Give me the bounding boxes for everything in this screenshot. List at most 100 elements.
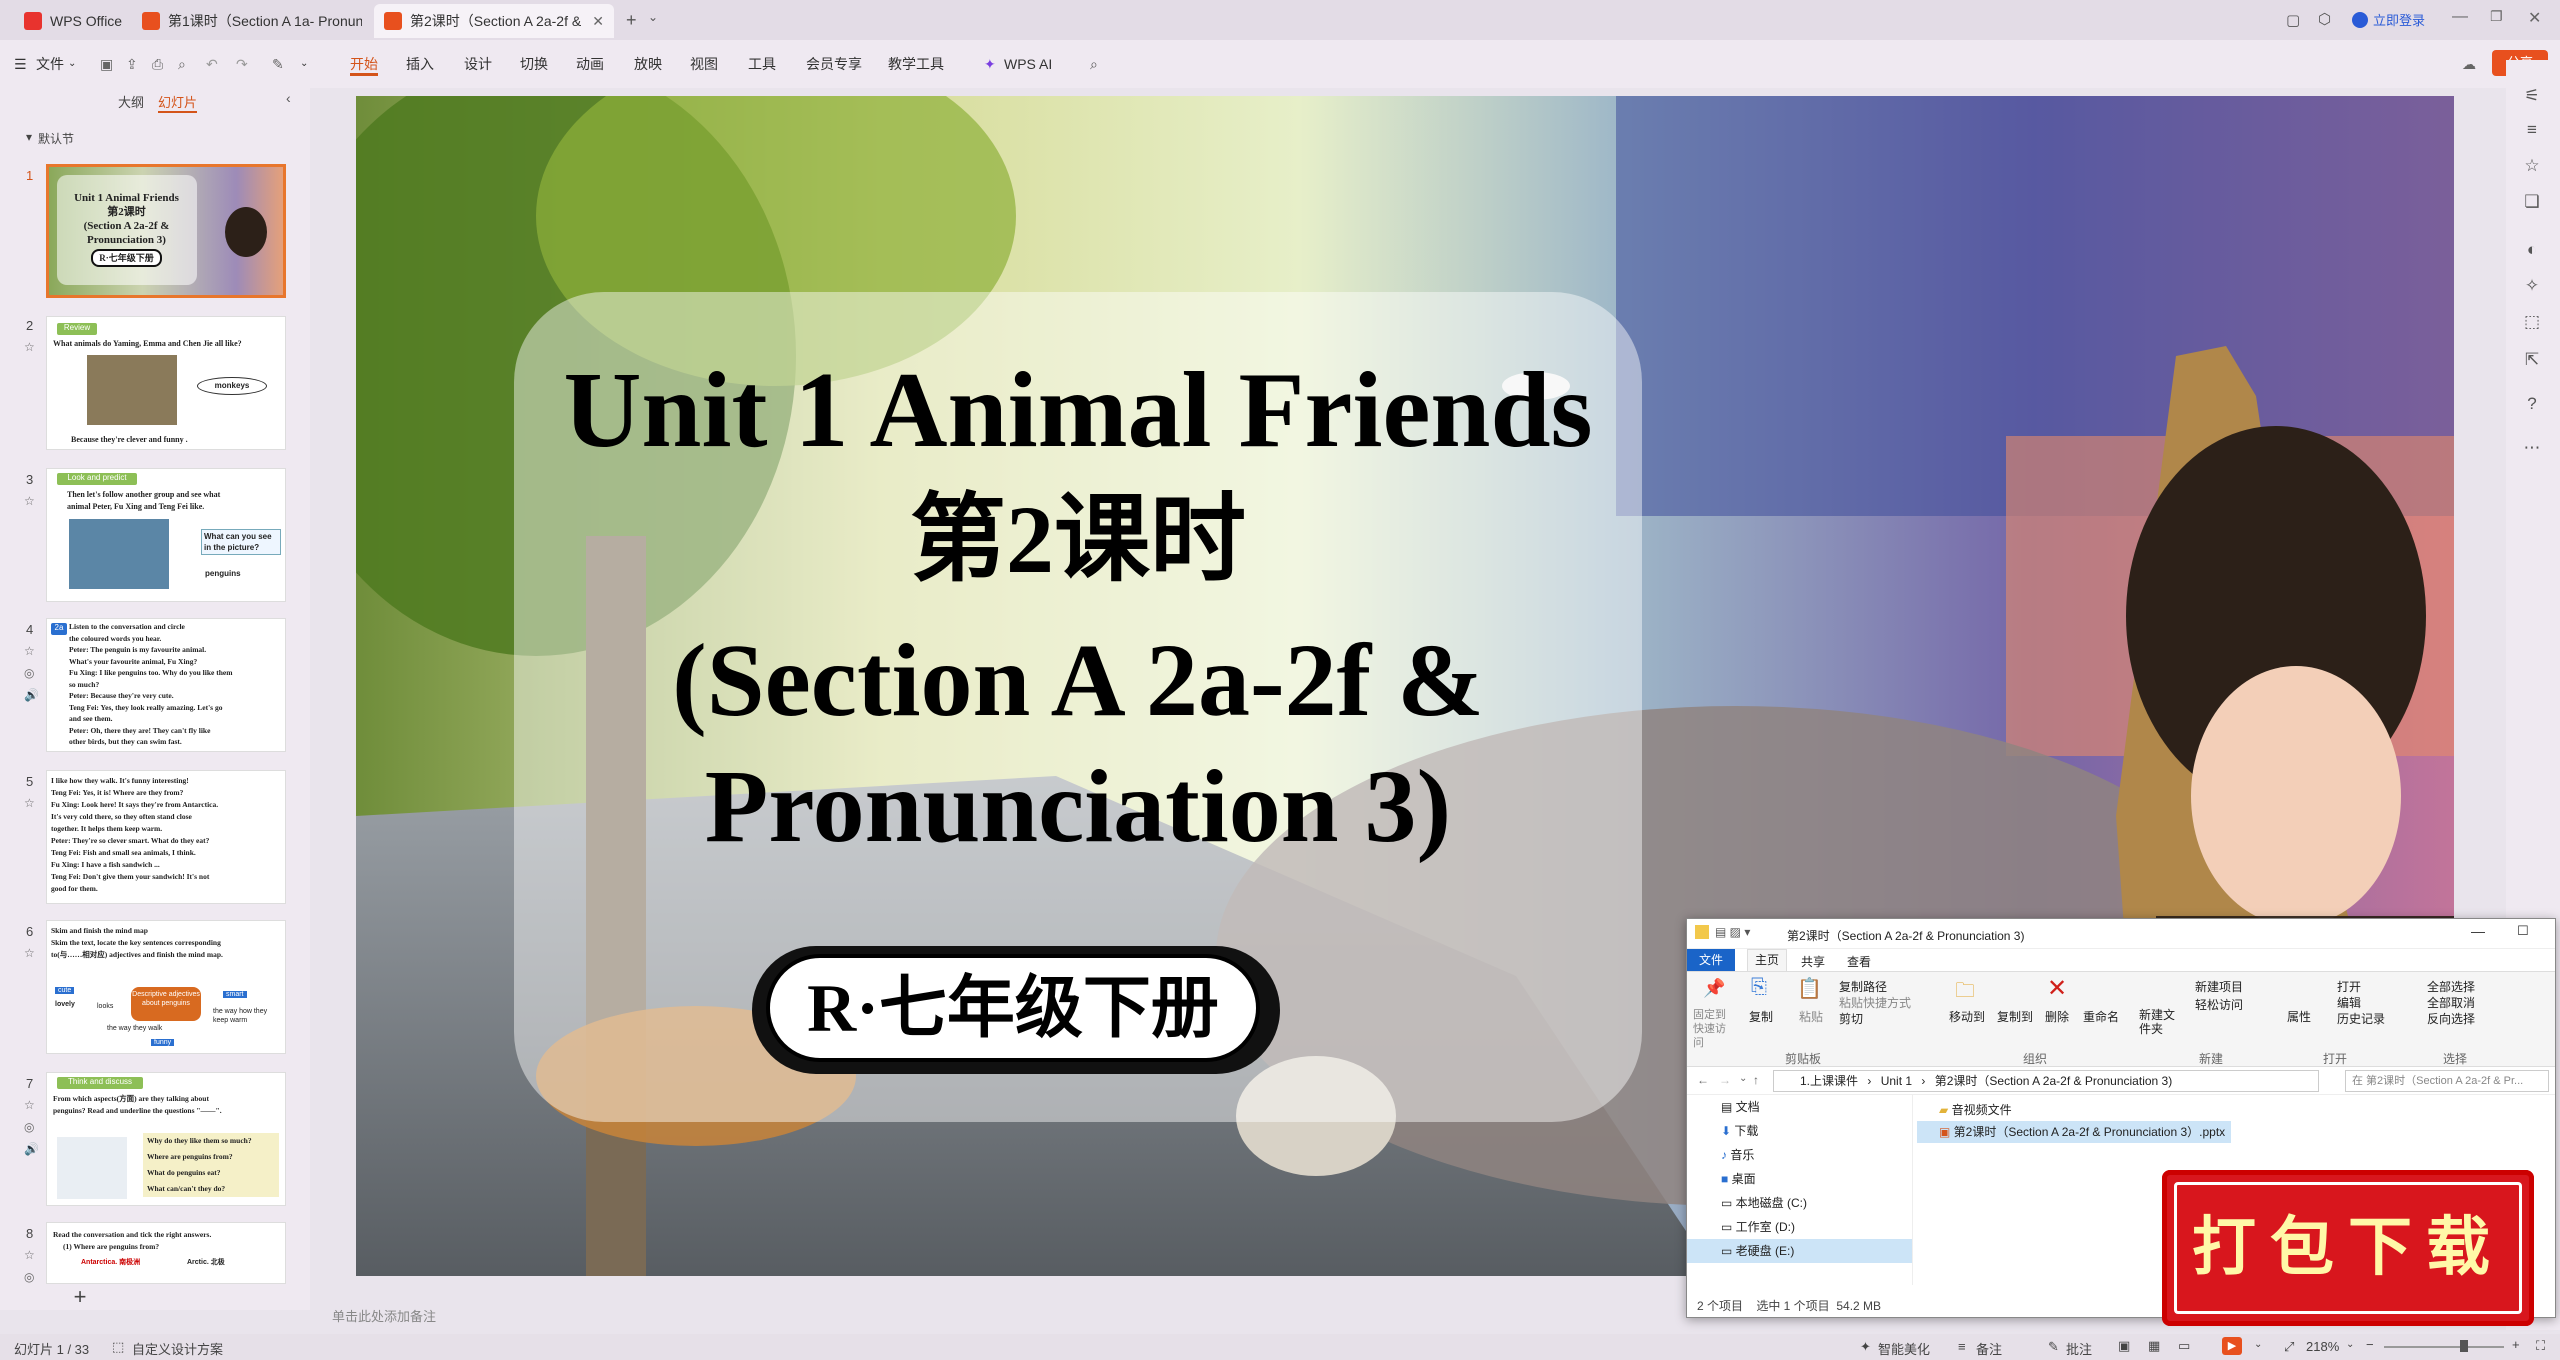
fullscreen-icon[interactable]: ⛶ (2536, 1338, 2545, 1354)
window-icon[interactable]: ▢ (2286, 11, 2300, 29)
menu-slideshow[interactable]: 放映 (634, 52, 662, 76)
chevron-down-icon[interactable]: ⌄ (648, 10, 658, 24)
nav-item-downloads[interactable]: ⬇ 下载 (1687, 1119, 1912, 1143)
maximize-icon[interactable]: ☐ (2517, 923, 2529, 939)
magic-icon[interactable]: ✧ (2522, 276, 2542, 296)
zoom-slider-thumb[interactable] (2460, 1340, 2468, 1352)
slide-thumbnail-5[interactable]: I like how they walk. It's funny interes… (46, 770, 286, 904)
select-all-button[interactable]: 全部选择 (2427, 978, 2475, 995)
tab-wps-office[interactable]: WPS Office (14, 4, 132, 38)
chevron-down-icon[interactable]: ⌄ (2346, 1339, 2354, 1350)
up-arrow-icon[interactable]: ↑ (1753, 1073, 1759, 1087)
nav-item-drive-d[interactable]: ▭ 工作室 (D:) (1687, 1215, 1912, 1239)
address-bar[interactable]: 1.上课课件 › Unit 1 › 第2课时（Section A 2a-2f &… (1773, 1070, 2319, 1092)
more-icon[interactable]: ⋯ (2522, 438, 2542, 458)
tab-lesson2[interactable]: 第2课时（Section A 2a-2f & ✕ (374, 4, 614, 38)
menu-teaching-tools[interactable]: 教学工具 (888, 52, 944, 76)
new-item-button[interactable]: 新建项目 (2195, 978, 2243, 995)
undo-icon[interactable]: ↶ (206, 52, 218, 76)
menu-animation[interactable]: 动画 (576, 52, 604, 76)
slide-thumbnail-8[interactable]: Read the conversation and tick the right… (46, 1222, 286, 1284)
nav-item-drive-e[interactable]: ▭ 老硬盘 (E:) (1687, 1239, 1912, 1263)
paste-button[interactable]: 粘贴 (1799, 1008, 1823, 1025)
nav-item-drive-c[interactable]: ▭ 本地磁盘 (C:) (1687, 1191, 1912, 1215)
cube-icon[interactable]: ⬡ (2318, 10, 2331, 28)
slide-title[interactable]: Unit 1 Animal Friends (514, 346, 1642, 476)
collapse-panel-icon[interactable]: ‹ (286, 90, 291, 106)
zoom-level[interactable]: 218% (2306, 1339, 2339, 1354)
slide-status-icons[interactable]: ☆ ◎ 🔊 (24, 640, 39, 706)
star-icon[interactable]: ☆ (24, 792, 35, 814)
slide-thumbnail-4[interactable]: 2a Listen to the conversation and circle… (46, 618, 286, 752)
tab-slides[interactable]: 幻灯片 (158, 92, 198, 113)
slide-status-icons[interactable]: ☆ ◎ 🔊 (24, 1094, 39, 1160)
copy-path-button[interactable]: 复制路径 (1839, 978, 1887, 995)
normal-view-icon[interactable]: ▣ (2118, 1338, 2130, 1354)
print-icon[interactable]: ⎙ (152, 52, 163, 76)
add-slide-button[interactable]: + (0, 1284, 310, 1310)
forward-arrow-icon[interactable]: → (1719, 1073, 1731, 1087)
grade-label[interactable]: R·七年级下册 (766, 954, 1260, 1062)
slide-section-line2[interactable]: Pronunciation 3) (514, 744, 1642, 870)
export-icon[interactable]: ⇪ (126, 52, 138, 76)
minimize-icon[interactable]: — (2452, 8, 2468, 26)
back-arrow-icon[interactable]: ← (1697, 1073, 1709, 1087)
play-icon[interactable]: ▶ (2222, 1337, 2242, 1355)
copy-button[interactable]: 复制 (1749, 1008, 1773, 1025)
help-icon[interactable]: ? (2522, 394, 2542, 414)
ribbon-tab-home[interactable]: 主页 (1747, 949, 1787, 971)
design-scheme[interactable]: 自定义设计方案 (132, 1339, 223, 1358)
rename-button[interactable]: 重命名 (2083, 1008, 2119, 1025)
menu-transition[interactable]: 切换 (520, 52, 548, 76)
menu-member[interactable]: 会员专享 (806, 52, 862, 76)
move-to-button[interactable]: 移动到 (1949, 1008, 1985, 1025)
star-icon[interactable]: ☆ (24, 336, 35, 358)
invert-selection-button[interactable]: 反向选择 (2427, 1010, 2475, 1027)
menu-design[interactable]: 设计 (464, 52, 492, 76)
close-icon[interactable]: ✕ (592, 13, 604, 30)
easy-access-button[interactable]: 轻松访问 (2195, 996, 2243, 1013)
menu-home[interactable]: 开始 (350, 52, 378, 76)
cut-button[interactable]: 剪切 (1839, 1010, 1863, 1027)
save-icon[interactable]: ▣ (100, 52, 113, 76)
redo-icon[interactable]: ↷ (236, 52, 248, 76)
chevron-down-icon[interactable]: ⌄ (1739, 1073, 1747, 1084)
slide-thumbnail-7[interactable]: Think and discuss From which aspects(方面)… (46, 1072, 286, 1206)
menu-view[interactable]: 视图 (690, 52, 718, 76)
tab-lesson1[interactable]: 第1课时（Section A 1a- Pronuncia (132, 4, 362, 38)
login-button[interactable]: 立即登录 (2352, 10, 2425, 29)
ribbon-tab-view[interactable]: 查看 (1847, 953, 1871, 970)
fit-icon[interactable]: ⤢ (2284, 1339, 2294, 1355)
history-button[interactable]: 历史记录 (2337, 1010, 2385, 1027)
new-tab-icon[interactable]: + (626, 10, 637, 31)
properties-button[interactable]: 属性 (2287, 1008, 2311, 1025)
hamburger-icon[interactable]: ☰ (14, 52, 27, 76)
share-icon[interactable]: ⇱ (2522, 350, 2542, 370)
minimize-icon[interactable]: — (2471, 923, 2485, 939)
new-folder-button[interactable]: 新建文件夹 (2139, 1008, 2179, 1036)
notes-button[interactable]: 备注 (1976, 1339, 2002, 1358)
chevron-down-icon[interactable]: ⌄ (2254, 1339, 2262, 1350)
transform-icon[interactable]: ⬚ (2522, 312, 2542, 332)
chevron-down-icon[interactable]: ⌄ (68, 52, 76, 76)
ribbon-tab-share[interactable]: 共享 (1801, 953, 1825, 970)
menu-wps-ai[interactable]: WPS AI (1004, 52, 1052, 76)
smart-beautify-button[interactable]: 智能美化 (1878, 1339, 1930, 1358)
slide-section-line1[interactable]: (Section A 2a-2f & (514, 618, 1642, 744)
star-icon[interactable]: ☆ (24, 490, 35, 512)
slide-subtitle[interactable]: 第2课时 (514, 480, 1642, 600)
paste-shortcut-button[interactable]: 粘贴快捷方式 (1839, 994, 1911, 1011)
copy-to-button[interactable]: 复制到 (1997, 1008, 2033, 1025)
tab-outline[interactable]: 大纲 (118, 92, 144, 111)
search-icon[interactable]: ⌕ (1090, 52, 1098, 76)
slide-status-icons[interactable]: ☆ ◎ (24, 1244, 35, 1288)
chevron-down-icon[interactable]: ⌄ (300, 52, 308, 76)
menu-insert[interactable]: 插入 (406, 52, 434, 76)
file-item-pptx[interactable]: ▣ 第2课时（Section A 2a-2f & Pronunciation 3… (1917, 1121, 2232, 1143)
ribbon-tab-file[interactable]: 文件 (1687, 949, 1735, 971)
preview-icon[interactable]: ⌕ (178, 52, 186, 76)
slide-thumbnail-1[interactable]: Unit 1 Animal Friends 第2课时 (Section A 2a… (46, 164, 286, 298)
restore-icon[interactable]: ❐ (2490, 8, 2503, 25)
slide-thumbnail-6[interactable]: Skim and finish the mind map Skim the te… (46, 920, 286, 1054)
properties-icon[interactable]: ≡ (2522, 120, 2542, 140)
